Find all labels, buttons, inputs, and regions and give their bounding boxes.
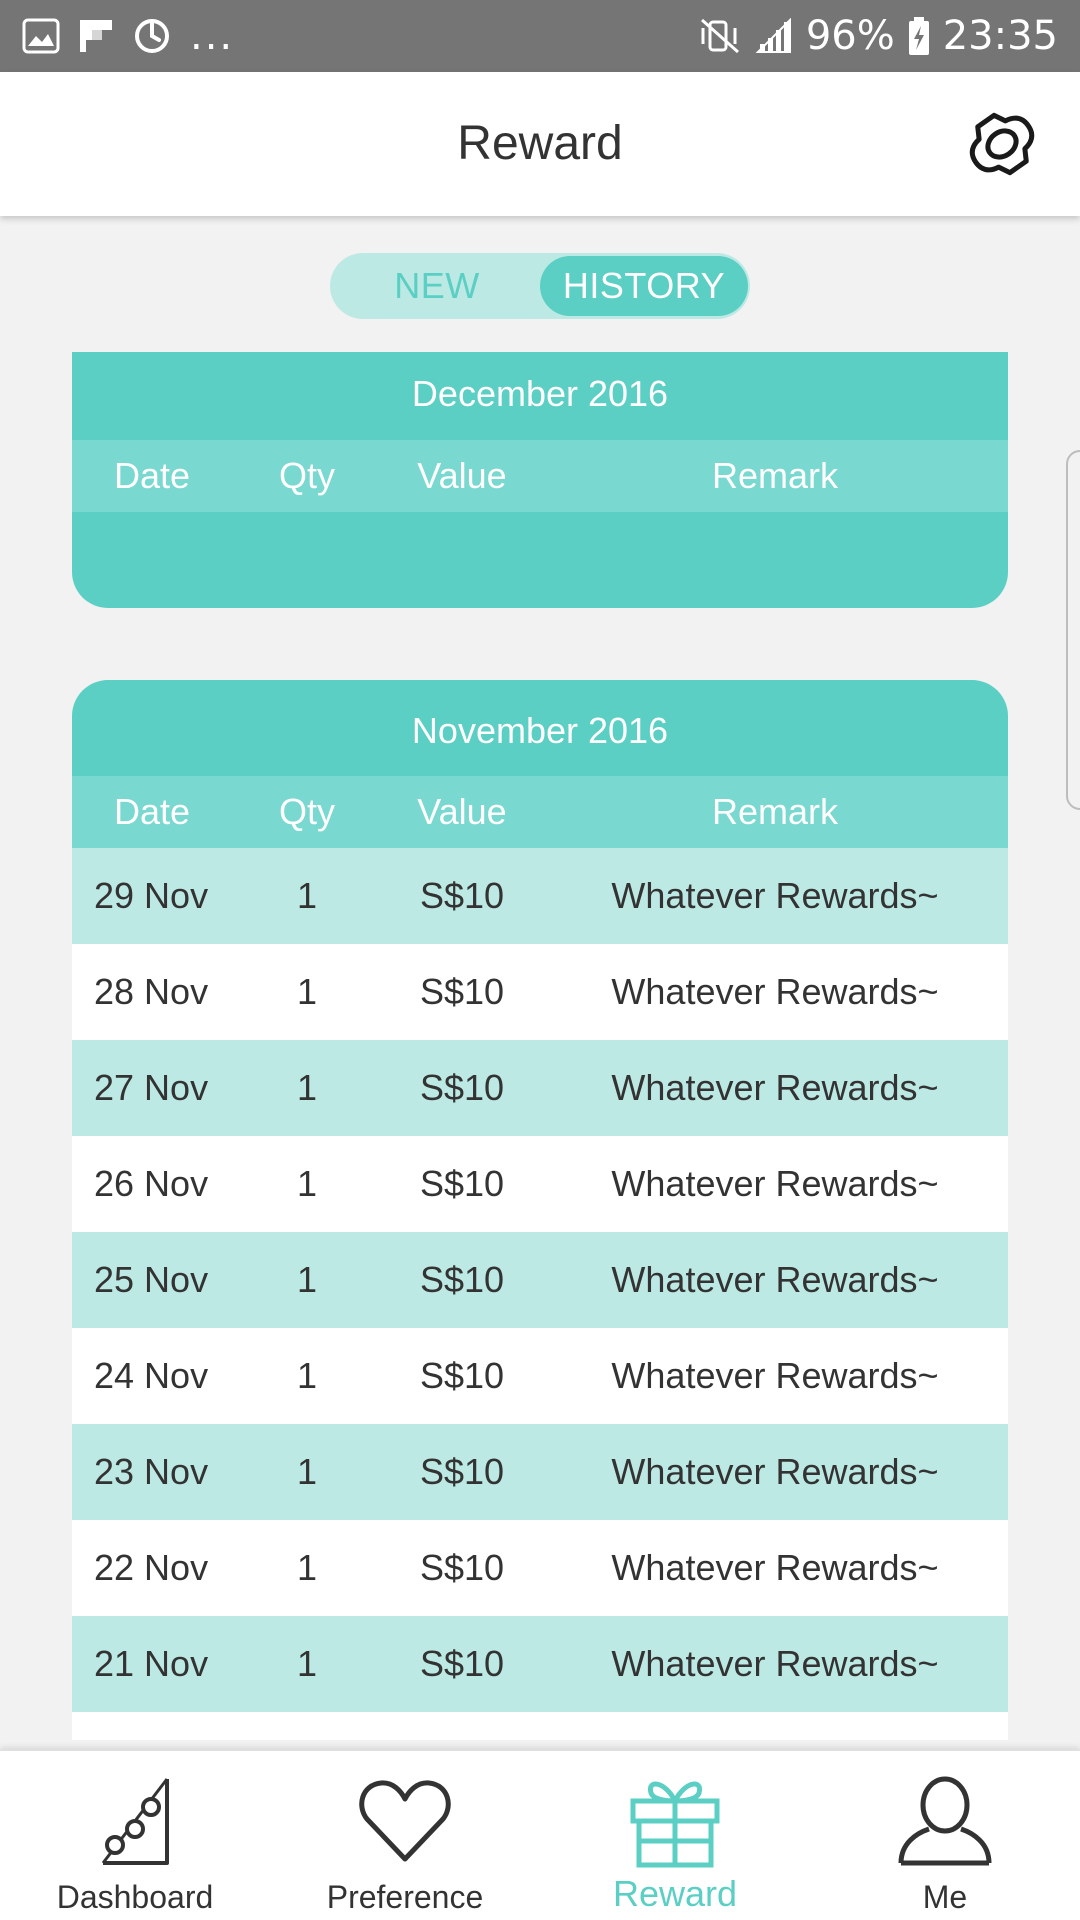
sync-icon bbox=[135, 19, 169, 53]
nav-preference[interactable]: Preference bbox=[270, 1751, 540, 1920]
month-card-december: December 2016 Date Qty Value Remark bbox=[72, 352, 1008, 608]
edge-scroll-handle[interactable] bbox=[1066, 450, 1080, 810]
nav-me[interactable]: Me bbox=[810, 1751, 1080, 1920]
row-value: S$10 bbox=[419, 1067, 505, 1108]
row-qty: 1 bbox=[296, 875, 318, 916]
status-right: 96% 23:35 bbox=[698, 0, 1058, 72]
row-value: S$10 bbox=[419, 1643, 505, 1684]
col-header-value: Value bbox=[417, 455, 507, 496]
nav-label-me: Me bbox=[922, 1879, 968, 1915]
table-row[interactable]: 28 Nov 1 S$10 Whatever Rewards~ bbox=[72, 944, 1008, 1040]
status-bar: ... 96% 23:35 bbox=[0, 0, 1080, 72]
clock: 23:35 bbox=[942, 13, 1058, 59]
new-history-toggle: NEW HISTORY bbox=[330, 253, 750, 319]
row-value: S$10 bbox=[419, 1163, 505, 1204]
row-qty: 1 bbox=[296, 1547, 318, 1588]
row-qty: 1 bbox=[296, 1355, 318, 1396]
mute-vibrate-icon bbox=[700, 18, 739, 54]
row-date: 24 Nov bbox=[94, 1355, 209, 1396]
row-date: 23 Nov bbox=[94, 1451, 209, 1492]
col-header-remark: Remark bbox=[711, 791, 839, 832]
heart-icon bbox=[359, 1780, 451, 1862]
row-qty: 1 bbox=[296, 1163, 318, 1204]
row-qty: 1 bbox=[296, 971, 318, 1012]
row-remark: Whatever Rewards~ bbox=[611, 1163, 939, 1204]
table-row[interactable]: 29 Nov 1 S$10 Whatever Rewards~ bbox=[72, 848, 1008, 944]
gift-icon bbox=[630, 1781, 720, 1868]
battery-percent: 96% bbox=[805, 13, 895, 59]
row-qty: 1 bbox=[296, 1067, 318, 1108]
row-date: 29 Nov bbox=[94, 875, 209, 916]
nav-label-dashboard: Dashboard bbox=[56, 1879, 214, 1915]
person-icon bbox=[898, 1776, 992, 1866]
row-qty: 1 bbox=[296, 1259, 318, 1300]
row-remark: Whatever Rewards~ bbox=[611, 1547, 939, 1588]
more-notifications: ... bbox=[190, 13, 235, 59]
table-row[interactable]: 27 Nov 1 S$10 Whatever Rewards~ bbox=[72, 1040, 1008, 1136]
month-card-november: November 2016 Date Qty Value Remark 29 N… bbox=[72, 680, 1008, 1740]
table-row[interactable]: 23 Nov 1 S$10 Whatever Rewards~ bbox=[72, 1424, 1008, 1520]
col-header-qty: Qty bbox=[278, 455, 335, 496]
status-left: ... bbox=[22, 16, 234, 56]
row-date: 26 Nov bbox=[94, 1163, 209, 1204]
nav-reward[interactable]: Reward bbox=[540, 1751, 810, 1920]
month-title: December 2016 bbox=[411, 373, 669, 414]
table-row[interactable]: 26 Nov 1 S$10 Whatever Rewards~ bbox=[72, 1136, 1008, 1232]
flipboard-icon bbox=[80, 20, 112, 52]
table-row[interactable]: 22 Nov 1 S$10 Whatever Rewards~ bbox=[72, 1520, 1008, 1616]
gallery-icon bbox=[22, 18, 60, 54]
row-date: 22 Nov bbox=[94, 1547, 209, 1588]
row-value: S$10 bbox=[419, 1547, 505, 1588]
battery-charging-icon bbox=[908, 17, 929, 55]
page-title: Reward bbox=[457, 117, 623, 170]
row-value: S$10 bbox=[419, 1451, 505, 1492]
col-header-date: Date bbox=[113, 455, 191, 496]
table-row[interactable]: 24 Nov 1 S$10 Whatever Rewards~ bbox=[72, 1328, 1008, 1424]
table-header: Date Qty Value Remark bbox=[72, 440, 1008, 512]
row-date: 28 Nov bbox=[94, 971, 209, 1012]
row-remark: Whatever Rewards~ bbox=[611, 1067, 939, 1108]
gear-icon bbox=[969, 112, 1035, 176]
settings-button[interactable] bbox=[960, 102, 1044, 186]
nav-label-reward: Reward bbox=[612, 1873, 738, 1914]
col-header-date: Date bbox=[113, 791, 191, 832]
signal-icon bbox=[755, 18, 791, 53]
table-header: Date Qty Value Remark bbox=[72, 776, 1008, 848]
row-value: S$10 bbox=[419, 1259, 505, 1300]
row-date: 27 Nov bbox=[94, 1067, 209, 1108]
month-title: November 2016 bbox=[411, 710, 669, 751]
row-date: 25 Nov bbox=[94, 1259, 209, 1300]
table-row-partial[interactable] bbox=[72, 1712, 1008, 1740]
row-value: S$10 bbox=[419, 1355, 505, 1396]
nav-dashboard[interactable]: Dashboard bbox=[0, 1751, 270, 1920]
row-qty: 1 bbox=[296, 1643, 318, 1684]
row-remark: Whatever Rewards~ bbox=[611, 1643, 939, 1684]
table-row[interactable]: 21 Nov 1 S$10 Whatever Rewards~ bbox=[72, 1616, 1008, 1712]
row-remark: Whatever Rewards~ bbox=[611, 1451, 939, 1492]
col-header-qty: Qty bbox=[278, 791, 335, 832]
table-row[interactable]: 25 Nov 1 S$10 Whatever Rewards~ bbox=[72, 1232, 1008, 1328]
row-date: 21 Nov bbox=[94, 1643, 209, 1684]
tab-history[interactable]: HISTORY bbox=[540, 256, 748, 316]
row-remark: Whatever Rewards~ bbox=[611, 971, 939, 1012]
bottom-nav: Dashboard Preference Reward Me bbox=[0, 1750, 1080, 1920]
col-header-remark: Remark bbox=[711, 455, 839, 496]
nav-label-preference: Preference bbox=[326, 1879, 484, 1915]
row-qty: 1 bbox=[296, 1451, 318, 1492]
app-bar: Reward bbox=[0, 72, 1080, 216]
row-value: S$10 bbox=[419, 971, 505, 1012]
row-remark: Whatever Rewards~ bbox=[611, 1259, 939, 1300]
row-remark: Whatever Rewards~ bbox=[611, 1355, 939, 1396]
row-remark: Whatever Rewards~ bbox=[611, 875, 939, 916]
dashboard-chart-icon bbox=[101, 1778, 169, 1865]
row-value: S$10 bbox=[419, 875, 505, 916]
col-header-value: Value bbox=[417, 791, 507, 832]
tab-new[interactable]: NEW bbox=[332, 256, 542, 316]
